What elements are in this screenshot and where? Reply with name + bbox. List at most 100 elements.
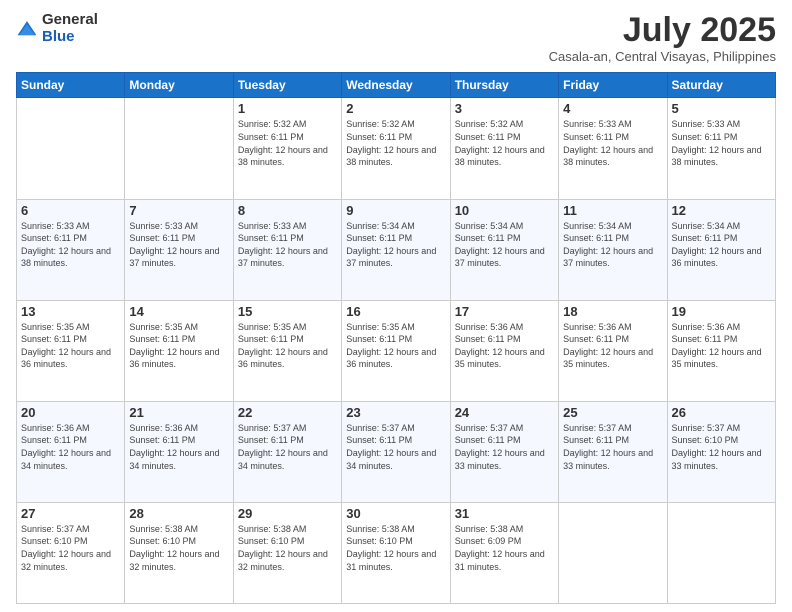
day-info: Sunrise: 5:34 AMSunset: 6:11 PMDaylight:…	[346, 220, 445, 270]
day-number: 6	[21, 203, 120, 218]
calendar-cell: 24 Sunrise: 5:37 AMSunset: 6:11 PMDayligh…	[450, 401, 558, 502]
day-info: Sunrise: 5:35 AMSunset: 6:11 PMDaylight:…	[346, 321, 445, 371]
col-header-wednesday: Wednesday	[342, 73, 450, 98]
day-number: 1	[238, 101, 337, 116]
calendar-cell: 17Sunrise: 5:36 AMSunset: 6:11 PMDayligh…	[450, 300, 558, 401]
calendar-cell: 3 Sunrise: 5:32 AMSunset: 6:11 PMDaylight…	[450, 98, 558, 199]
day-info: Sunrise: 5:32 AMSunset: 6:11 PMDaylight:…	[346, 118, 445, 168]
day-number: 25	[563, 405, 662, 420]
calendar-cell: 25 Sunrise: 5:37 AMSunset: 6:11 PMDayligh…	[559, 401, 667, 502]
page: General Blue July 2025 Casala-an, Centra…	[0, 0, 792, 612]
day-number: 3	[455, 101, 554, 116]
day-info: Sunrise: 5:38 AMSunset: 6:10 PMDaylight:…	[346, 523, 445, 573]
calendar-cell: 6 Sunrise: 5:33 AMSunset: 6:11 PMDaylight…	[17, 199, 125, 300]
day-number: 16	[346, 304, 445, 319]
calendar-cell: 23 Sunrise: 5:37 AMSunset: 6:11 PMDayligh…	[342, 401, 450, 502]
logo-text: General Blue	[42, 12, 98, 45]
day-number: 19	[672, 304, 771, 319]
day-number: 12	[672, 203, 771, 218]
calendar-cell: 20 Sunrise: 5:36 AMSunset: 6:11 PMDayligh…	[17, 401, 125, 502]
col-header-tuesday: Tuesday	[233, 73, 341, 98]
day-info: Sunrise: 5:33 AMSunset: 6:11 PMDaylight:…	[563, 118, 662, 168]
day-number: 20	[21, 405, 120, 420]
day-info: Sunrise: 5:36 AMSunset: 6:11 PMDaylight:…	[672, 321, 771, 371]
calendar-cell: 21 Sunrise: 5:36 AMSunset: 6:11 PMDayligh…	[125, 401, 233, 502]
day-number: 9	[346, 203, 445, 218]
day-info: Sunrise: 5:33 AMSunset: 6:11 PMDaylight:…	[672, 118, 771, 168]
day-info: Sunrise: 5:35 AMSunset: 6:11 PMDaylight:…	[129, 321, 228, 371]
calendar-cell: 4 Sunrise: 5:33 AMSunset: 6:11 PMDaylight…	[559, 98, 667, 199]
calendar-cell: 7 Sunrise: 5:33 AMSunset: 6:11 PMDaylight…	[125, 199, 233, 300]
col-header-friday: Friday	[559, 73, 667, 98]
calendar-cell: 14 Sunrise: 5:35 AMSunset: 6:11 PMDayligh…	[125, 300, 233, 401]
day-info: Sunrise: 5:36 AMSunset: 6:11 PMDaylight:…	[563, 321, 662, 371]
day-info: Sunrise: 5:38 AMSunset: 6:09 PMDaylight:…	[455, 523, 554, 573]
day-number: 14	[129, 304, 228, 319]
day-number: 27	[21, 506, 120, 521]
logo: General Blue	[16, 12, 98, 45]
day-info: Sunrise: 5:38 AMSunset: 6:10 PMDaylight:…	[129, 523, 228, 573]
calendar-cell: 28 Sunrise: 5:38 AMSunset: 6:10 PMDayligh…	[125, 502, 233, 603]
calendar-cell: 15 Sunrise: 5:35 AMSunset: 6:11 PMDayligh…	[233, 300, 341, 401]
day-number: 23	[346, 405, 445, 420]
col-header-saturday: Saturday	[667, 73, 775, 98]
calendar-cell: 16 Sunrise: 5:35 AMSunset: 6:11 PMDayligh…	[342, 300, 450, 401]
header: General Blue July 2025 Casala-an, Centra…	[16, 12, 776, 64]
day-info: Sunrise: 5:36 AMSunset: 6:11 PMDaylight:…	[129, 422, 228, 472]
calendar-cell: 26 Sunrise: 5:37 AMSunset: 6:10 PMDayligh…	[667, 401, 775, 502]
day-number: 31	[455, 506, 554, 521]
day-info: Sunrise: 5:33 AMSunset: 6:11 PMDaylight:…	[21, 220, 120, 270]
day-number: 8	[238, 203, 337, 218]
calendar-cell	[667, 502, 775, 603]
day-number: 11	[563, 203, 662, 218]
day-info: Sunrise: 5:37 AMSunset: 6:11 PMDaylight:…	[238, 422, 337, 472]
day-info: Sunrise: 5:37 AMSunset: 6:11 PMDaylight:…	[346, 422, 445, 472]
day-number: 30	[346, 506, 445, 521]
day-number: 2	[346, 101, 445, 116]
day-info: Sunrise: 5:34 AMSunset: 6:11 PMDaylight:…	[563, 220, 662, 270]
day-info: Sunrise: 5:37 AMSunset: 6:10 PMDaylight:…	[21, 523, 120, 573]
calendar-cell: 11 Sunrise: 5:34 AMSunset: 6:11 PMDayligh…	[559, 199, 667, 300]
col-header-thursday: Thursday	[450, 73, 558, 98]
day-info: Sunrise: 5:36 AMSunset: 6:11 PMDaylight:…	[21, 422, 120, 472]
day-number: 7	[129, 203, 228, 218]
day-info: Sunrise: 5:33 AMSunset: 6:11 PMDaylight:…	[129, 220, 228, 270]
day-number: 21	[129, 405, 228, 420]
calendar-cell: 9 Sunrise: 5:34 AMSunset: 6:11 PMDaylight…	[342, 199, 450, 300]
calendar-table: SundayMondayTuesdayWednesdayThursdayFrid…	[16, 72, 776, 604]
day-info: Sunrise: 5:34 AMSunset: 6:11 PMDaylight:…	[455, 220, 554, 270]
day-info: Sunrise: 5:37 AMSunset: 6:11 PMDaylight:…	[455, 422, 554, 472]
calendar-cell: 8 Sunrise: 5:33 AMSunset: 6:11 PMDaylight…	[233, 199, 341, 300]
col-header-monday: Monday	[125, 73, 233, 98]
day-number: 26	[672, 405, 771, 420]
day-info: Sunrise: 5:32 AMSunset: 6:11 PMDaylight:…	[455, 118, 554, 168]
day-number: 24	[455, 405, 554, 420]
day-info: Sunrise: 5:34 AMSunset: 6:11 PMDaylight:…	[672, 220, 771, 270]
calendar-cell: 19 Sunrise: 5:36 AMSunset: 6:11 PMDayligh…	[667, 300, 775, 401]
day-info: Sunrise: 5:33 AMSunset: 6:11 PMDaylight:…	[238, 220, 337, 270]
calendar-cell: 12 Sunrise: 5:34 AMSunset: 6:11 PMDayligh…	[667, 199, 775, 300]
calendar-cell: 27 Sunrise: 5:37 AMSunset: 6:10 PMDayligh…	[17, 502, 125, 603]
day-number: 29	[238, 506, 337, 521]
day-number: 5	[672, 101, 771, 116]
day-info: Sunrise: 5:35 AMSunset: 6:11 PMDaylight:…	[238, 321, 337, 371]
title-block: July 2025 Casala-an, Central Visayas, Ph…	[549, 12, 776, 64]
day-info: Sunrise: 5:35 AMSunset: 6:11 PMDaylight:…	[21, 321, 120, 371]
day-number: 15	[238, 304, 337, 319]
day-number: 4	[563, 101, 662, 116]
calendar-cell	[125, 98, 233, 199]
day-info: Sunrise: 5:38 AMSunset: 6:10 PMDaylight:…	[238, 523, 337, 573]
logo-blue: Blue	[42, 29, 98, 46]
calendar-cell	[559, 502, 667, 603]
day-number: 28	[129, 506, 228, 521]
calendar-cell: 2 Sunrise: 5:32 AMSunset: 6:11 PMDaylight…	[342, 98, 450, 199]
day-number: 10	[455, 203, 554, 218]
day-number: 13	[21, 304, 120, 319]
calendar-cell	[17, 98, 125, 199]
calendar-cell: 18Sunrise: 5:36 AMSunset: 6:11 PMDayligh…	[559, 300, 667, 401]
day-info: Sunrise: 5:37 AMSunset: 6:11 PMDaylight:…	[563, 422, 662, 472]
day-info: Sunrise: 5:37 AMSunset: 6:10 PMDaylight:…	[672, 422, 771, 472]
calendar-cell: 5 Sunrise: 5:33 AMSunset: 6:11 PMDaylight…	[667, 98, 775, 199]
day-info: Sunrise: 5:36 AMSunset: 6:11 PMDaylight:…	[455, 321, 554, 371]
calendar-cell: 22Sunrise: 5:37 AMSunset: 6:11 PMDayligh…	[233, 401, 341, 502]
